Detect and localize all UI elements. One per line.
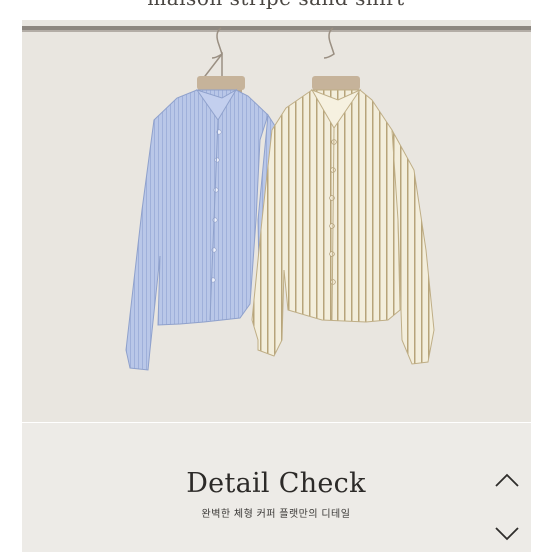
chevron-down-icon xyxy=(495,527,519,541)
detail-title: Detail Check xyxy=(186,468,366,499)
shirts-illustration xyxy=(125,27,435,371)
hanger-left xyxy=(200,27,223,81)
scroll-up-button[interactable] xyxy=(494,472,520,488)
chevron-up-icon xyxy=(495,473,519,487)
detail-subtitle: 완벽한 체형 커퍼 플랫만의 디테일 xyxy=(201,509,351,520)
page-title: maison stripe sand shirt xyxy=(0,0,552,10)
scroll-down-button[interactable] xyxy=(494,526,520,542)
hanger-right xyxy=(323,27,335,59)
product-photo xyxy=(22,20,531,422)
cream-shirt xyxy=(251,88,435,365)
